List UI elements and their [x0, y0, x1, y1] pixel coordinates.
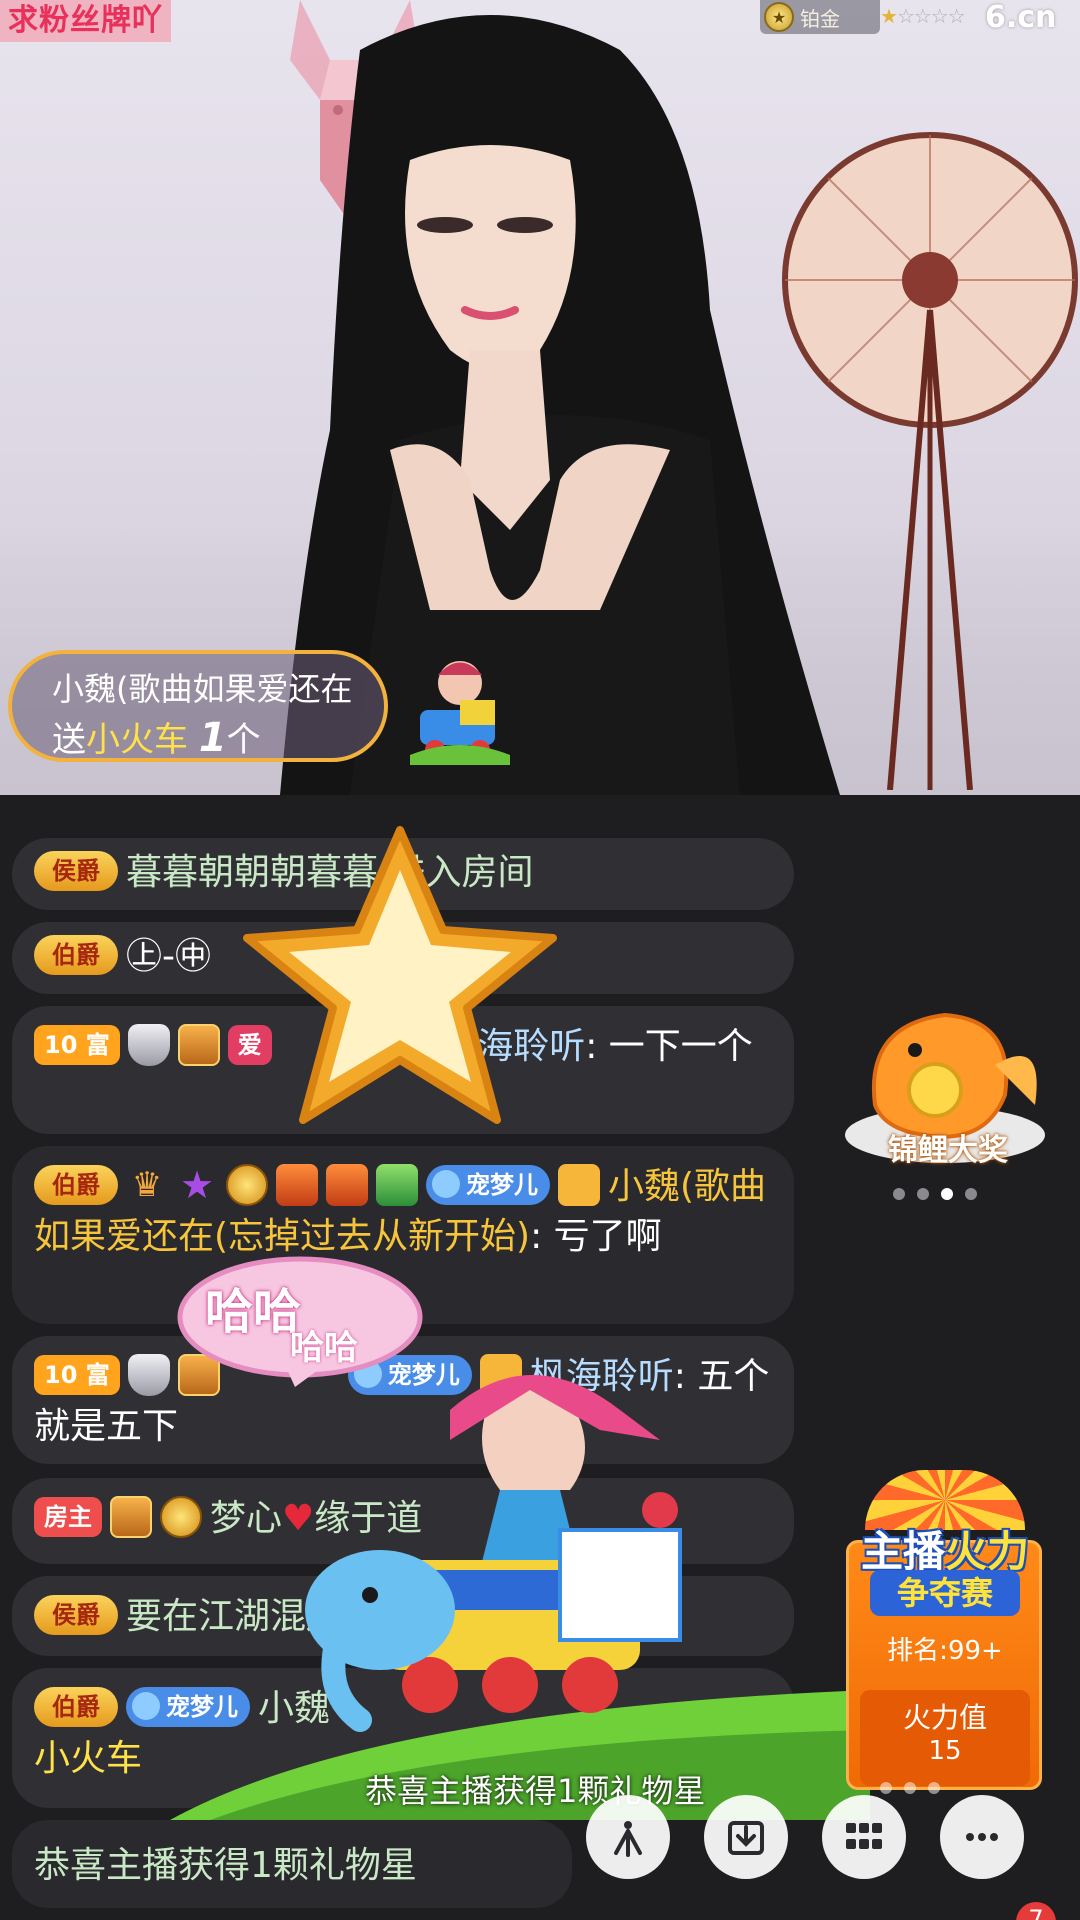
- gift-name: 小火车: [86, 720, 188, 760]
- contest-title-b: 火力: [945, 1527, 1030, 1576]
- noble-badge: 侯爵: [34, 851, 118, 891]
- gold-bar-icon: [110, 1496, 152, 1538]
- rich-level: 10: [44, 1031, 78, 1059]
- brand-logo: 6.cn: [985, 0, 1057, 35]
- level-label: 铂金: [800, 6, 840, 31]
- username[interactable]: ㊤-㊥: [126, 936, 211, 977]
- noble-badge: 伯爵: [34, 935, 118, 975]
- haha-text-small: 哈哈: [290, 1328, 358, 1368]
- gift-sender: 小魏(歌曲如果爱还在: [52, 670, 353, 708]
- heart-icon: [132, 1692, 160, 1720]
- contest-title-a: 主播: [860, 1527, 945, 1576]
- trophy-icon: [326, 1164, 368, 1206]
- firepower-value: 15: [928, 1736, 962, 1766]
- six-logo-icon: [614, 1821, 642, 1857]
- gift-count: 1: [198, 715, 227, 761]
- live-video[interactable]: 求粉丝牌吖 ★ 铂金 ★☆☆☆☆ 6.cn 小魏(歌曲如果爱还在 送小火车 1个: [0, 0, 1080, 795]
- noble-badge: 侯爵: [34, 1595, 118, 1635]
- anchor-level-pill[interactable]: ★ 铂金: [760, 0, 880, 34]
- fan-badge: 宠梦儿: [426, 1165, 550, 1205]
- carousel-dot: [893, 1188, 905, 1200]
- rich-level-badge: 10 富: [34, 1355, 120, 1395]
- heart-icon: [432, 1170, 460, 1198]
- koi-prize-label[interactable]: 锦鲤大奖: [868, 1125, 1028, 1169]
- gift-line: 送小火车 1个: [52, 712, 261, 761]
- green-badge-icon: [376, 1164, 418, 1206]
- firepower-box: 火力值 15: [860, 1690, 1030, 1786]
- grid-icon: [846, 1823, 882, 1849]
- save-button[interactable]: [704, 1795, 788, 1879]
- gift-box-icon: [276, 1164, 318, 1206]
- overlay-pager-dots: [880, 1782, 940, 1794]
- rich-level-badge: 10 富: [34, 1025, 120, 1065]
- star-icon: ★: [880, 4, 898, 28]
- star-icon: ☆☆☆☆: [896, 4, 966, 28]
- more-icon: [966, 1833, 998, 1841]
- chat-message: 恭喜主播获得1颗礼物星: [12, 1820, 572, 1908]
- firepower-contest-widget[interactable]: 主播火力 争夺赛 排名:99+ 火力值 15: [840, 1470, 1050, 1790]
- fan-badge-request-tag: 求粉丝牌吖: [0, 0, 171, 42]
- fan-name: 宠梦儿: [466, 1171, 538, 1199]
- contest-subtitle: 争夺赛: [870, 1570, 1020, 1616]
- user-icon: [558, 1164, 600, 1206]
- train-gift-icon: [410, 661, 510, 765]
- six-logo-button[interactable]: [586, 1795, 670, 1879]
- gift-star-icon: [243, 826, 557, 1124]
- level-medal-icon: ★: [764, 2, 794, 32]
- rich-label: 富: [85, 1031, 110, 1059]
- message-text: : 一下一个: [585, 1026, 753, 1067]
- more-button[interactable]: [940, 1795, 1024, 1879]
- gift-name: 小火车: [34, 1738, 143, 1779]
- pager-dot: [904, 1782, 916, 1794]
- noble-badge: 伯爵: [34, 1687, 118, 1727]
- gift-unit: 个: [226, 720, 261, 760]
- noble-badge: 伯爵: [34, 1165, 118, 1205]
- shield-icon: [127, 1024, 170, 1066]
- carousel-dot-active: [941, 1188, 953, 1200]
- rich-label: 富: [85, 1361, 110, 1389]
- purple-star-icon: ★: [179, 1163, 215, 1207]
- medal-icon: [160, 1496, 202, 1538]
- message-text: : 亏了啊: [530, 1216, 662, 1257]
- level-stars: ★☆☆☆☆: [880, 4, 966, 28]
- shield-icon: [127, 1354, 170, 1396]
- menu-grid-button[interactable]: [822, 1795, 906, 1879]
- system-message: 恭喜主播获得1颗礼物星: [34, 1845, 417, 1886]
- firepower-label: 火力值: [902, 1701, 987, 1734]
- carousel-dots: [893, 1188, 977, 1200]
- rank-label: 排名:: [887, 1636, 948, 1666]
- gold-bar-icon: [177, 1024, 220, 1066]
- carousel-dot: [917, 1188, 929, 1200]
- host-badge: 房主: [34, 1497, 102, 1537]
- rank-value: 99+: [947, 1636, 1003, 1666]
- username-part: 梦心: [210, 1498, 283, 1539]
- gift-verb: 送: [52, 720, 86, 760]
- rich-level: 10: [44, 1361, 78, 1389]
- carousel-dot: [965, 1188, 977, 1200]
- pager-dot: [928, 1782, 940, 1794]
- contest-rank: 排名:99+: [840, 1630, 1050, 1667]
- pager-dot: [880, 1782, 892, 1794]
- train-animation: [305, 1375, 682, 1732]
- haha-text: 哈哈: [205, 1284, 302, 1340]
- medal-icon: [226, 1164, 268, 1206]
- download-icon: [728, 1821, 764, 1855]
- crown-icon: ♛: [131, 1165, 163, 1205]
- gift-banner: 小魏(歌曲如果爱还在 送小火车 1个: [8, 650, 388, 762]
